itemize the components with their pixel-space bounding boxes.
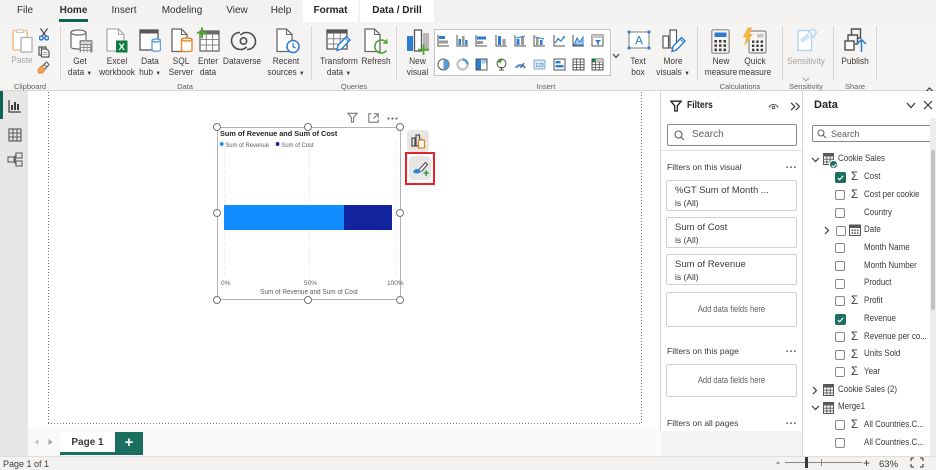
svg-text:X: X bbox=[119, 42, 126, 53]
svg-text:A: A bbox=[635, 34, 643, 48]
svg-text:123: 123 bbox=[535, 63, 544, 69]
